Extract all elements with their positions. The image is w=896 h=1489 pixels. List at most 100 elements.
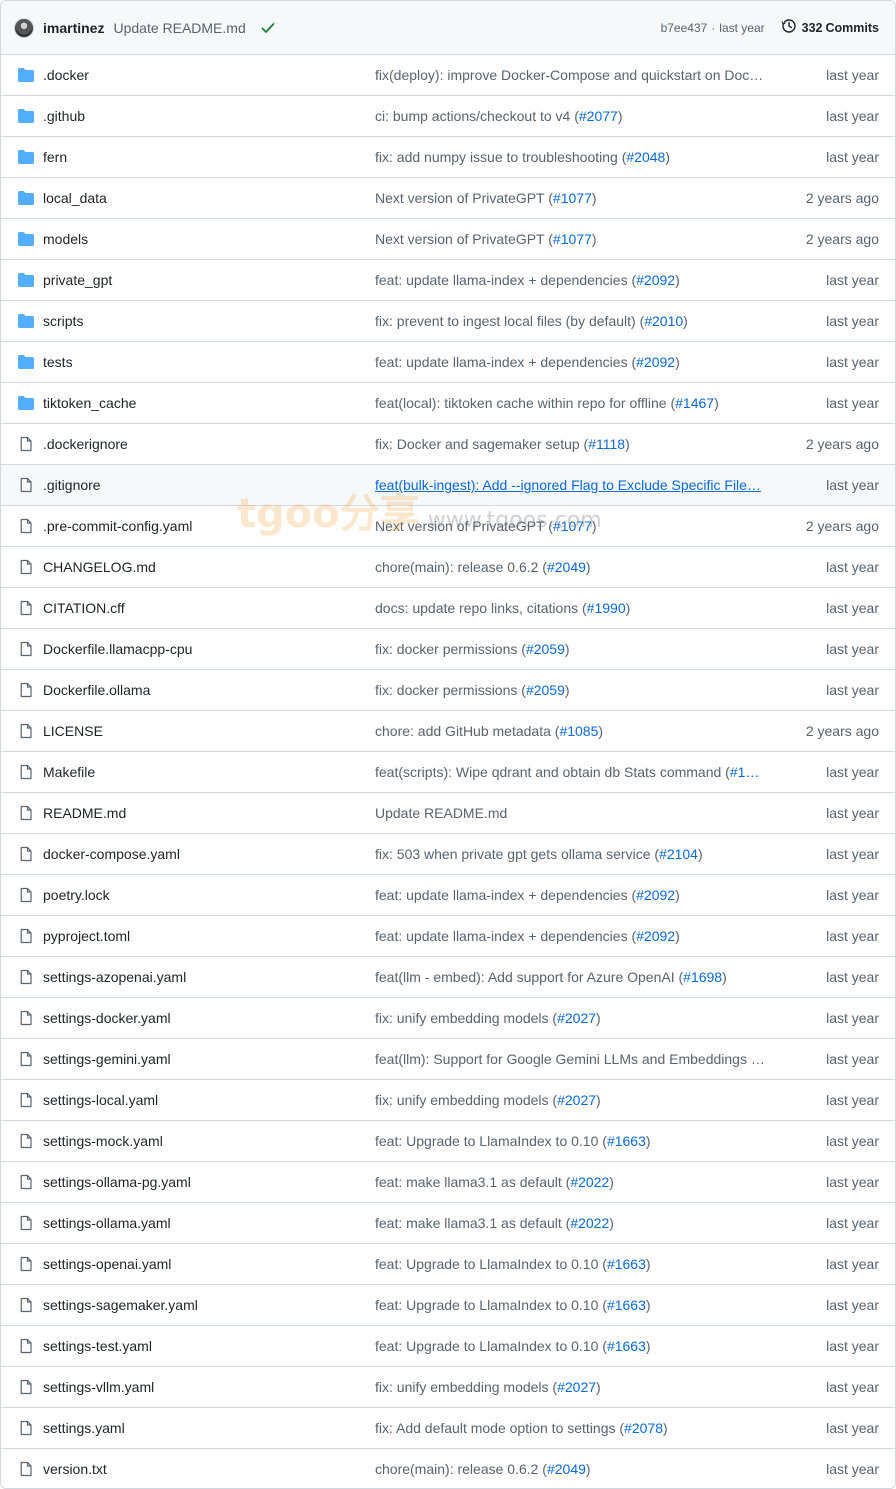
pull-request-link[interactable]: #1118 bbox=[588, 436, 625, 452]
commit-message-link[interactable]: fix: Docker and sagemaker setup (#1118) bbox=[375, 436, 765, 452]
commit-message-link[interactable]: feat: make llama3.1 as default (#2022) bbox=[375, 1215, 765, 1231]
commit-message-link[interactable]: feat: update llama-index + dependencies … bbox=[375, 887, 765, 903]
commit-message-link[interactable]: fix: unify embedding models (#2027) bbox=[375, 1092, 765, 1108]
file-name-link[interactable]: Dockerfile.ollama bbox=[43, 682, 150, 698]
file-name-link[interactable]: local_data bbox=[43, 190, 107, 206]
pull-request-link[interactable]: #2049 bbox=[547, 559, 586, 575]
file-row[interactable]: settings-vllm.yaml fix: unify embedding m… bbox=[1, 1367, 895, 1408]
file-name-link[interactable]: settings-local.yaml bbox=[43, 1092, 158, 1108]
pull-request-link[interactable]: #2022 bbox=[570, 1174, 609, 1190]
commit-message-link[interactable]: fix: add numpy issue to troubleshooting … bbox=[375, 149, 765, 165]
pull-request-link[interactable]: #2048 bbox=[626, 149, 665, 165]
pull-request-link[interactable]: #1663 bbox=[607, 1133, 646, 1149]
file-row[interactable]: settings-test.yaml feat: Upgrade to Llama… bbox=[1, 1326, 895, 1367]
file-row[interactable]: models Next version of PrivateGPT (#1077)… bbox=[1, 219, 895, 260]
commit-message-link[interactable]: fix: 503 when private gpt gets ollama se… bbox=[375, 846, 765, 862]
check-icon[interactable] bbox=[260, 20, 276, 36]
file-name-link[interactable]: .github bbox=[43, 108, 85, 124]
commit-message-link[interactable]: fix: Add default mode option to settings… bbox=[375, 1420, 765, 1436]
file-name-link[interactable]: settings-mock.yaml bbox=[43, 1133, 163, 1149]
commit-message-link[interactable]: feat: Upgrade to LlamaIndex to 0.10 (#16… bbox=[375, 1338, 765, 1354]
file-row[interactable]: .gitignore feat(bulk-ingest): Add --ignor… bbox=[1, 465, 895, 506]
file-row[interactable]: private_gpt feat: update llama-index + de… bbox=[1, 260, 895, 301]
pull-request-link[interactable]: #2010 bbox=[644, 313, 683, 329]
file-row[interactable]: .pre-commit-config.yaml Next version of P… bbox=[1, 506, 895, 547]
file-name-link[interactable]: settings-test.yaml bbox=[43, 1338, 152, 1354]
file-row[interactable]: tests feat: update llama-index + dependen… bbox=[1, 342, 895, 383]
file-name-link[interactable]: .pre-commit-config.yaml bbox=[43, 518, 192, 534]
file-name-link[interactable]: Makefile bbox=[43, 764, 95, 780]
commit-message-link[interactable]: Next version of PrivateGPT (#1077) bbox=[375, 518, 765, 534]
file-row[interactable]: version.txt chore(main): release 0.6.2 (#… bbox=[1, 1449, 895, 1488]
file-row[interactable]: Makefile feat(scripts): Wipe qdrant and o… bbox=[1, 752, 895, 793]
file-row[interactable]: settings-sagemaker.yaml feat: Upgrade to … bbox=[1, 1285, 895, 1326]
file-row[interactable]: .dockerignore fix: Docker and sagemaker s… bbox=[1, 424, 895, 465]
commit-message-link[interactable]: chore(main): release 0.6.2 (#2049) bbox=[375, 1461, 765, 1477]
pull-request-link[interactable]: #2049 bbox=[547, 1461, 586, 1477]
file-row[interactable]: Dockerfile.ollama fix: docker permissions… bbox=[1, 670, 895, 711]
commit-message-link[interactable]: chore: add GitHub metadata (#1085) bbox=[375, 723, 765, 739]
commit-message-link[interactable]: feat(bulk-ingest): Add --ignored Flag to… bbox=[375, 477, 765, 493]
file-name-link[interactable]: settings-gemini.yaml bbox=[43, 1051, 171, 1067]
commit-message-link[interactable]: feat: update llama-index + dependencies … bbox=[375, 354, 765, 370]
file-name-link[interactable]: settings-ollama-pg.yaml bbox=[43, 1174, 191, 1190]
pull-request-link[interactable]: #1… bbox=[730, 764, 760, 780]
commit-message-link[interactable]: Next version of PrivateGPT (#1077) bbox=[375, 190, 765, 206]
file-name-link[interactable]: Dockerfile.llamacpp-cpu bbox=[43, 641, 192, 657]
file-row[interactable]: poetry.lock feat: update llama-index + de… bbox=[1, 875, 895, 916]
file-row[interactable]: settings.yaml fix: Add default mode optio… bbox=[1, 1408, 895, 1449]
file-row[interactable]: settings-gemini.yaml feat(llm): Support f… bbox=[1, 1039, 895, 1080]
pull-request-link[interactable]: #2092 bbox=[636, 354, 675, 370]
commit-message-link[interactable]: docs: update repo links, citations (#199… bbox=[375, 600, 765, 616]
commit-message-link[interactable]: Next version of PrivateGPT (#1077) bbox=[375, 231, 765, 247]
pull-request-link[interactable]: #2077 bbox=[579, 108, 618, 124]
pull-request-link[interactable]: #2059 bbox=[526, 682, 565, 698]
file-name-link[interactable]: CHANGELOG.md bbox=[43, 559, 156, 575]
pull-request-link[interactable]: #1990 bbox=[587, 600, 626, 616]
pull-request-link[interactable]: #2092 bbox=[636, 928, 675, 944]
commit-message-link[interactable]: feat(llm): Support for Google Gemini LLM… bbox=[375, 1051, 765, 1067]
pull-request-link[interactable]: #1085 bbox=[559, 723, 598, 739]
file-row[interactable]: settings-mock.yaml feat: Upgrade to Llama… bbox=[1, 1121, 895, 1162]
file-row[interactable]: settings-azopenai.yaml feat(llm - embed):… bbox=[1, 957, 895, 998]
file-name-link[interactable]: scripts bbox=[43, 313, 83, 329]
file-row[interactable]: CHANGELOG.md chore(main): release 0.6.2 (… bbox=[1, 547, 895, 588]
file-row[interactable]: pyproject.toml feat: update llama-index +… bbox=[1, 916, 895, 957]
file-name-link[interactable]: settings-ollama.yaml bbox=[43, 1215, 171, 1231]
pull-request-link[interactable]: #1467 bbox=[675, 395, 714, 411]
file-row[interactable]: fern fix: add numpy issue to troubleshoot… bbox=[1, 137, 895, 178]
file-row[interactable]: tiktoken_cache feat(local): tiktoken cach… bbox=[1, 383, 895, 424]
file-name-link[interactable]: settings.yaml bbox=[43, 1420, 125, 1436]
commit-message-link[interactable]: feat: update llama-index + dependencies … bbox=[375, 928, 765, 944]
commit-message-link[interactable]: fix: docker permissions (#2059) bbox=[375, 641, 765, 657]
file-name-link[interactable]: .dockerignore bbox=[43, 436, 128, 452]
pull-request-link[interactable]: #2104 bbox=[659, 846, 698, 862]
file-name-link[interactable]: settings-sagemaker.yaml bbox=[43, 1297, 198, 1313]
file-name-link[interactable]: version.txt bbox=[43, 1461, 107, 1477]
file-name-link[interactable]: private_gpt bbox=[43, 272, 112, 288]
file-row[interactable]: settings-openai.yaml feat: Upgrade to Lla… bbox=[1, 1244, 895, 1285]
file-name-link[interactable]: settings-docker.yaml bbox=[43, 1010, 171, 1026]
file-row[interactable]: Dockerfile.llamacpp-cpu fix: docker permi… bbox=[1, 629, 895, 670]
commit-message-link[interactable]: fix: docker permissions (#2059) bbox=[375, 682, 765, 698]
file-name-link[interactable]: settings-vllm.yaml bbox=[43, 1379, 154, 1395]
pull-request-link[interactable]: #2078 bbox=[624, 1420, 663, 1436]
file-row[interactable]: .docker fix(deploy): improve Docker-Compo… bbox=[1, 55, 895, 96]
commit-message-link[interactable]: chore(main): release 0.6.2 (#2049) bbox=[375, 559, 765, 575]
file-row[interactable]: .github ci: bump actions/checkout to v4 (… bbox=[1, 96, 895, 137]
file-name-link[interactable]: tests bbox=[43, 354, 73, 370]
commit-message-link[interactable]: Update README.md bbox=[375, 805, 765, 821]
commit-message-link[interactable]: fix: unify embedding models (#2027) bbox=[375, 1010, 765, 1026]
commit-message-link[interactable]: feat: Upgrade to LlamaIndex to 0.10 (#16… bbox=[375, 1133, 765, 1149]
file-name-link[interactable]: docker-compose.yaml bbox=[43, 846, 180, 862]
file-name-link[interactable]: pyproject.toml bbox=[43, 928, 130, 944]
pull-request-link[interactable]: #2059 bbox=[526, 641, 565, 657]
pull-request-link[interactable]: #2027 bbox=[557, 1010, 596, 1026]
commit-message-link[interactable]: ci: bump actions/checkout to v4 (#2077) bbox=[375, 108, 765, 124]
pull-request-link[interactable]: #1077 bbox=[553, 190, 592, 206]
commit-author[interactable]: imartinez bbox=[43, 20, 104, 36]
pull-request-link[interactable]: #1077 bbox=[553, 518, 592, 534]
commit-message-link[interactable]: fix(deploy): improve Docker-Compose and … bbox=[375, 67, 765, 83]
pull-request-link[interactable]: #1663 bbox=[607, 1297, 646, 1313]
pull-request-link[interactable]: #1077 bbox=[553, 231, 592, 247]
